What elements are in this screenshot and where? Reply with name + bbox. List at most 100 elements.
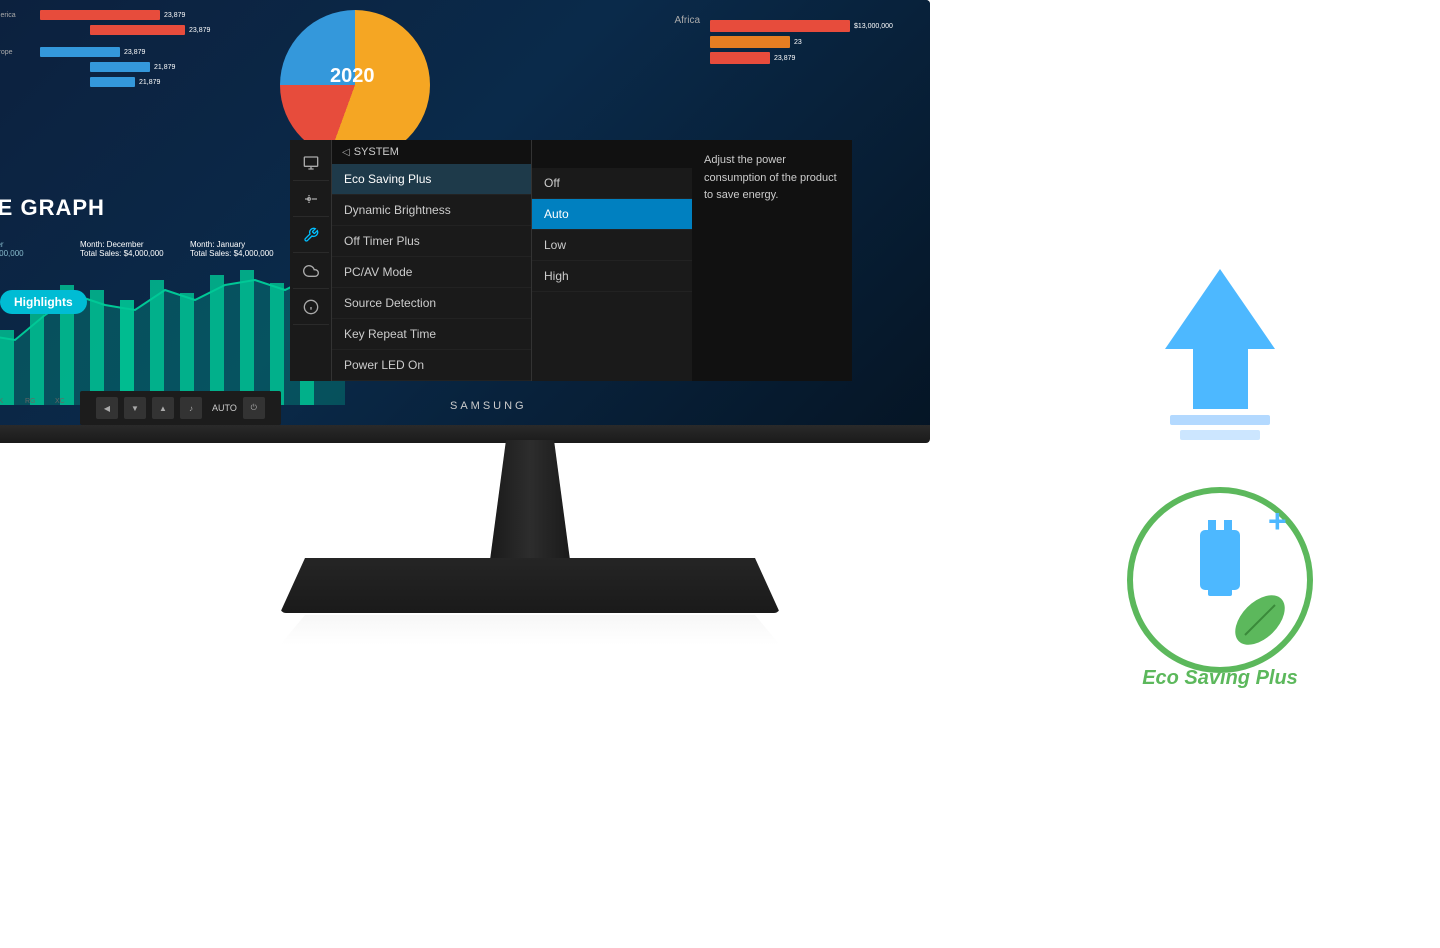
bar-fill-5 bbox=[90, 77, 135, 87]
africa-label: Africa bbox=[674, 15, 700, 26]
bar-row-2: 23,879 bbox=[0, 25, 250, 35]
osd-item-power-led[interactable]: Power LED On bbox=[332, 350, 531, 381]
osd-info-text: Adjust the power consumption of the prod… bbox=[704, 152, 840, 205]
chart-bar-10 bbox=[180, 293, 194, 405]
arrow-graphic bbox=[1165, 269, 1275, 440]
bar-fill-4 bbox=[90, 62, 150, 72]
right-bar-val-3: 23,879 bbox=[774, 55, 795, 62]
arrow-up-triangle bbox=[1165, 269, 1275, 349]
eco-arrow-container bbox=[1165, 269, 1275, 440]
osd-item-pcav-mode[interactable]: PC/AV Mode bbox=[332, 257, 531, 288]
osd-item-eco-saving[interactable]: Eco Saving Plus bbox=[332, 164, 531, 195]
monitor-stand bbox=[280, 440, 780, 645]
dashboard-title: REVENUE GRAPH bbox=[0, 195, 105, 221]
osd-info-panel: Adjust the power consumption of the prod… bbox=[692, 140, 852, 381]
osd-menu: ◁ SYSTEM Eco Saving Plus Dynamic Brightn… bbox=[290, 140, 852, 381]
osd-bottom-controls: ◀ ▼ ▲ ♪ AUTO ⏻ bbox=[80, 391, 281, 425]
right-bar-fill-3 bbox=[710, 52, 770, 64]
osd-icon-sidebar bbox=[290, 140, 332, 381]
osd-header: ◁ SYSTEM bbox=[332, 140, 531, 164]
plug-body bbox=[1200, 530, 1240, 590]
arrow-stem bbox=[1193, 349, 1248, 409]
pie-year-label: 2020 bbox=[330, 65, 375, 88]
chart-bar-12 bbox=[240, 270, 254, 405]
osd-sub-item-high[interactable]: High bbox=[532, 261, 692, 292]
osd-submenu-spacer bbox=[532, 140, 692, 168]
monitor-screen: America 23,879 23,879 Europe 23,879 21, bbox=[0, 0, 930, 430]
osd-item-key-repeat[interactable]: Key Repeat Time bbox=[332, 319, 531, 350]
bar-val-1: 23,879 bbox=[164, 12, 185, 19]
bar-val-3: 23,879 bbox=[124, 49, 145, 56]
top-bar-charts: America 23,879 23,879 Europe 23,879 21, bbox=[0, 10, 250, 140]
chart-bar-7 bbox=[90, 290, 104, 405]
osd-item-off-timer[interactable]: Off Timer Plus bbox=[332, 226, 531, 257]
stand-reflection bbox=[280, 615, 780, 645]
chart-bar-5 bbox=[30, 305, 44, 405]
bar-group-europe: Europe 23,879 21,879 21,879 bbox=[0, 47, 250, 87]
bar-fill-2 bbox=[90, 25, 185, 35]
btn-down[interactable]: ▼ bbox=[124, 397, 146, 419]
right-panel: + Eco Saving Plus bbox=[1000, 0, 1440, 948]
osd-back-arrow[interactable]: ◁ bbox=[342, 147, 350, 158]
osd-icon-info[interactable] bbox=[293, 289, 329, 325]
bar-fill-1 bbox=[40, 10, 160, 20]
arrow-line-1 bbox=[1170, 415, 1270, 425]
monitor-container: America 23,879 23,879 Europe 23,879 21, bbox=[0, 0, 1000, 948]
stand-base bbox=[280, 558, 780, 613]
eco-saving-text: Eco Saving Plus bbox=[1142, 667, 1298, 689]
bar-fill-3 bbox=[40, 47, 120, 57]
samsung-logo: SAMSUNG bbox=[450, 400, 527, 412]
chart-bar-8 bbox=[120, 300, 134, 405]
osd-submenu: Off Auto Low High bbox=[532, 140, 692, 381]
btn-auto-label: AUTO bbox=[212, 403, 237, 413]
btn-power[interactable]: ⏻ bbox=[243, 397, 265, 419]
right-bar-3: 23,879 bbox=[710, 52, 910, 64]
plug-prong-right bbox=[1224, 520, 1232, 536]
osd-icon-cloud[interactable] bbox=[293, 253, 329, 289]
right-bar-charts: $13,000,000 23 23,879 bbox=[710, 20, 910, 68]
right-bar-fill-1 bbox=[710, 20, 850, 32]
bar-row-1: America 23,879 bbox=[0, 10, 250, 20]
bar-row-4: 21,879 bbox=[0, 62, 250, 72]
plug-cord bbox=[1208, 588, 1232, 596]
osd-icon-adjustment[interactable] bbox=[293, 181, 329, 217]
bar-row-5: 21,879 bbox=[0, 77, 250, 87]
right-bar-val-2: 23 bbox=[794, 39, 802, 46]
osd-sub-item-off[interactable]: Off bbox=[532, 168, 692, 199]
right-bar-2: 23 bbox=[710, 36, 910, 48]
bar-label-3: Europe bbox=[0, 49, 40, 56]
x-label-6: XC bbox=[55, 398, 65, 405]
osd-title: SYSTEM bbox=[354, 146, 399, 158]
chart-bar-9 bbox=[150, 280, 164, 405]
btn-menu[interactable]: ♪ bbox=[180, 397, 202, 419]
arrow-line-2 bbox=[1180, 430, 1260, 440]
osd-item-source-detection[interactable]: Source Detection bbox=[332, 288, 531, 319]
chart-bar-11 bbox=[210, 275, 224, 405]
x-label-5: RG bbox=[25, 398, 36, 405]
osd-sub-item-low[interactable]: Low bbox=[532, 230, 692, 261]
osd-item-dynamic-brightness[interactable]: Dynamic Brightness bbox=[332, 195, 531, 226]
bar-row-3: Europe 23,879 bbox=[0, 47, 250, 57]
btn-up[interactable]: ▲ bbox=[152, 397, 174, 419]
bar-val-5: 21,879 bbox=[139, 79, 160, 86]
right-bar-fill-2 bbox=[710, 36, 790, 48]
eco-plus-sign: + bbox=[1268, 503, 1287, 539]
osd-icon-picture[interactable] bbox=[293, 145, 329, 181]
right-bar-val-1: $13,000,000 bbox=[854, 23, 893, 30]
btn-left[interactable]: ◀ bbox=[96, 397, 118, 419]
chart-bar-4 bbox=[0, 330, 14, 405]
highlights-badge[interactable]: Highlights bbox=[0, 290, 87, 314]
right-bar-1: $13,000,000 bbox=[710, 20, 910, 32]
osd-sub-item-auto[interactable]: Auto bbox=[532, 199, 692, 230]
x-label-4: JK bbox=[0, 398, 4, 405]
eco-text-label: Eco Saving Plus bbox=[1142, 667, 1298, 690]
bar-val-4: 21,879 bbox=[154, 64, 175, 71]
osd-icon-wrench[interactable] bbox=[293, 217, 329, 253]
chart-bar-13 bbox=[270, 283, 284, 405]
plug-prong-left bbox=[1208, 520, 1216, 536]
eco-badge-container: + Eco Saving Plus bbox=[1120, 480, 1320, 680]
stand-neck bbox=[490, 440, 570, 560]
eco-badge-svg: + bbox=[1120, 480, 1320, 680]
bar-label-1: America bbox=[0, 12, 40, 19]
eco-saving-badge: + Eco Saving Plus bbox=[1120, 480, 1320, 680]
